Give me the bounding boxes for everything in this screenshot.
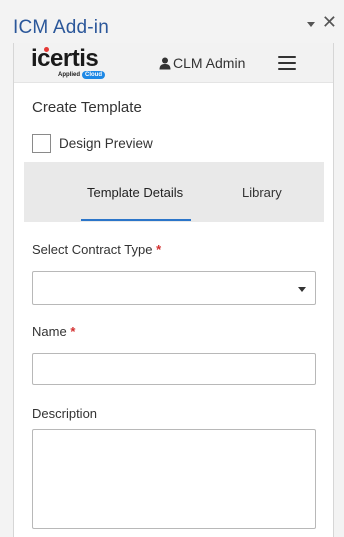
user-menu[interactable]: CLM Admin (159, 55, 245, 71)
close-icon[interactable]: ✕ (322, 14, 337, 32)
name-label: Name * (32, 324, 76, 339)
logo-tagline: Applied Cloud (58, 71, 105, 79)
contract-type-label: Select Contract Type * (32, 242, 162, 257)
logo-wordmark: icertis (31, 45, 99, 72)
logo-tag-applied: Applied (58, 72, 80, 78)
addin-panel: icertis Applied Cloud CLM Admin Create T… (13, 43, 334, 537)
user-icon (159, 57, 171, 69)
tab-library[interactable]: Library (242, 185, 282, 200)
icertis-logo: icertis Applied Cloud (31, 45, 105, 79)
description-label: Description (32, 406, 98, 421)
logo-dot-icon (44, 47, 49, 52)
contract-type-select[interactable] (32, 271, 316, 305)
name-field[interactable] (32, 353, 316, 385)
design-preview-label: Design Preview (59, 136, 153, 151)
active-tab-indicator (81, 219, 191, 221)
description-field[interactable] (32, 429, 316, 529)
tab-bar: Template Details Library (24, 162, 324, 222)
hamburger-menu-icon[interactable] (278, 56, 296, 70)
pane-controls: ✕ (306, 14, 337, 32)
design-preview-checkbox[interactable] (32, 134, 51, 153)
user-name: CLM Admin (173, 55, 246, 71)
tab-template-details[interactable]: Template Details (87, 185, 183, 200)
logo-tag-cloud: Cloud (82, 71, 105, 79)
page-title: Create Template (32, 99, 142, 116)
chevron-down-icon[interactable] (298, 287, 306, 292)
pane-title: ICM Add-in (13, 17, 109, 38)
design-preview-option[interactable]: Design Preview (32, 134, 153, 153)
pane-options-caret-icon[interactable] (306, 21, 315, 27)
app-header: icertis Applied Cloud CLM Admin (14, 43, 333, 83)
